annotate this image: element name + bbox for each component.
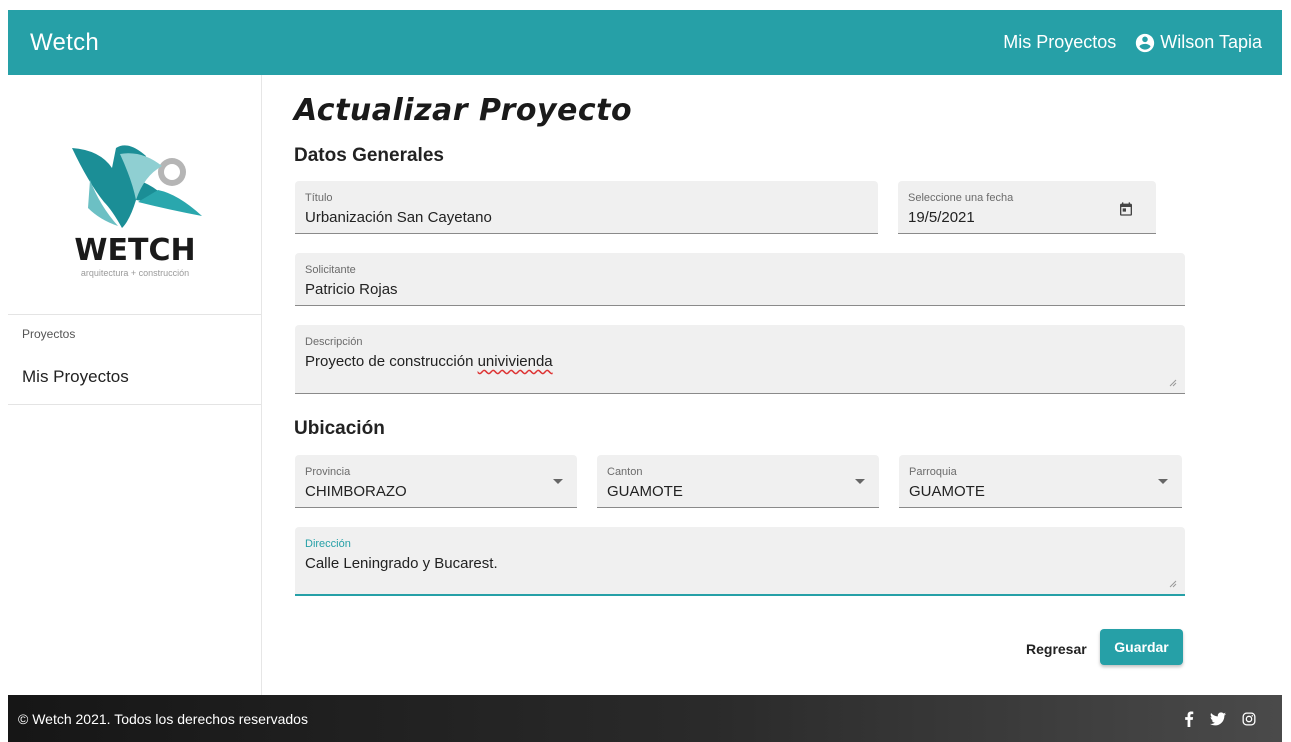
guardar-button[interactable]: Guardar (1100, 629, 1183, 665)
solicitante-label: Solicitante (305, 264, 356, 276)
titulo-field[interactable]: Título Urbanización San Cayetano (295, 181, 878, 234)
canton-label: Canton (607, 466, 643, 478)
parroquia-select[interactable]: Parroquia GUAMOTE (899, 455, 1182, 508)
fecha-field[interactable]: Seleccione una fecha 19/5/2021 (898, 181, 1156, 234)
top-app-bar: Wetch Mis Proyectos Wilson Tapia (8, 10, 1282, 75)
page-title: Actualizar Proyecto (294, 93, 633, 128)
sidebar: WETCH arquitectura + construcción Proyec… (8, 75, 262, 695)
sidebar-section-label: Proyectos (22, 327, 76, 341)
sidebar-item-mis-proyectos[interactable]: Mis Proyectos (8, 349, 261, 405)
logo-tagline: arquitectura + construcción (80, 268, 188, 278)
titulo-input[interactable]: Urbanización San Cayetano (305, 209, 868, 226)
canton-value: GUAMOTE (607, 483, 683, 500)
provincia-label: Provincia (305, 466, 351, 478)
logo-wordmark: WETCH (74, 233, 195, 268)
descripcion-textarea[interactable]: Proyecto de construcción univivienda (305, 353, 1175, 370)
direccion-field[interactable]: Dirección Calle Leningrado y Bucarest. (295, 527, 1185, 596)
facebook-icon[interactable] (1184, 711, 1194, 727)
resize-handle-icon[interactable] (1169, 379, 1177, 387)
fecha-input[interactable]: 19/5/2021 (908, 209, 1146, 226)
parroquia-label: Parroquia (909, 466, 957, 478)
resize-handle-icon[interactable] (1169, 580, 1177, 588)
provincia-select[interactable]: Provincia CHIMBORAZO (295, 455, 577, 508)
social-links (1184, 711, 1256, 727)
nav-mis-proyectos[interactable]: Mis Proyectos (1003, 32, 1116, 53)
provincia-value: CHIMBORAZO (305, 483, 407, 500)
section-title-general: Datos Generales (294, 145, 444, 166)
arrow-drop-down-icon[interactable] (1158, 479, 1168, 484)
calendar-icon[interactable] (1118, 201, 1134, 222)
descripcion-label: Descripción (305, 336, 363, 348)
twitter-icon[interactable] (1210, 711, 1226, 726)
descripcion-field[interactable]: Descripción Proyecto de construcción uni… (295, 325, 1185, 394)
brand-title[interactable]: Wetch (30, 29, 99, 57)
direccion-textarea[interactable]: Calle Leningrado y Bucarest. (305, 555, 1175, 572)
copyright-text: © Wetch 2021. Todos los derechos reserva… (18, 710, 308, 727)
parroquia-value: GUAMOTE (909, 483, 985, 500)
descripcion-text: Proyecto de construcción (305, 353, 478, 370)
solicitante-field[interactable]: Solicitante Patricio Rojas (295, 253, 1185, 306)
company-logo: WETCH arquitectura + construcción (8, 75, 261, 315)
section-title-ubicacion: Ubicación (294, 418, 385, 439)
user-name: Wilson Tapia (1160, 32, 1262, 52)
direccion-label: Dirección (305, 538, 351, 550)
regresar-button[interactable]: Regresar (1026, 639, 1087, 659)
fecha-label: Seleccione una fecha (908, 192, 1014, 204)
titulo-label: Título (305, 192, 333, 204)
canton-select[interactable]: Canton GUAMOTE (597, 455, 879, 508)
footer: © Wetch 2021. Todos los derechos reserva… (8, 695, 1282, 742)
top-nav: Mis Proyectos Wilson Tapia (1003, 32, 1262, 54)
arrow-drop-down-icon[interactable] (553, 479, 563, 484)
instagram-icon[interactable] (1242, 712, 1256, 726)
sidebar-item-label: Mis Proyectos (22, 366, 129, 386)
user-menu[interactable]: Wilson Tapia (1134, 32, 1262, 54)
account-circle-icon (1134, 32, 1156, 54)
main-content: Actualizar Proyecto Datos Generales Títu… (294, 75, 1194, 665)
solicitante-input[interactable]: Patricio Rojas (305, 281, 1175, 298)
app-root: Wetch Mis Proyectos Wilson Tapia WETCH a… (0, 0, 1291, 742)
arrow-drop-down-icon[interactable] (855, 479, 865, 484)
misspelled-word: univivienda (477, 353, 553, 370)
